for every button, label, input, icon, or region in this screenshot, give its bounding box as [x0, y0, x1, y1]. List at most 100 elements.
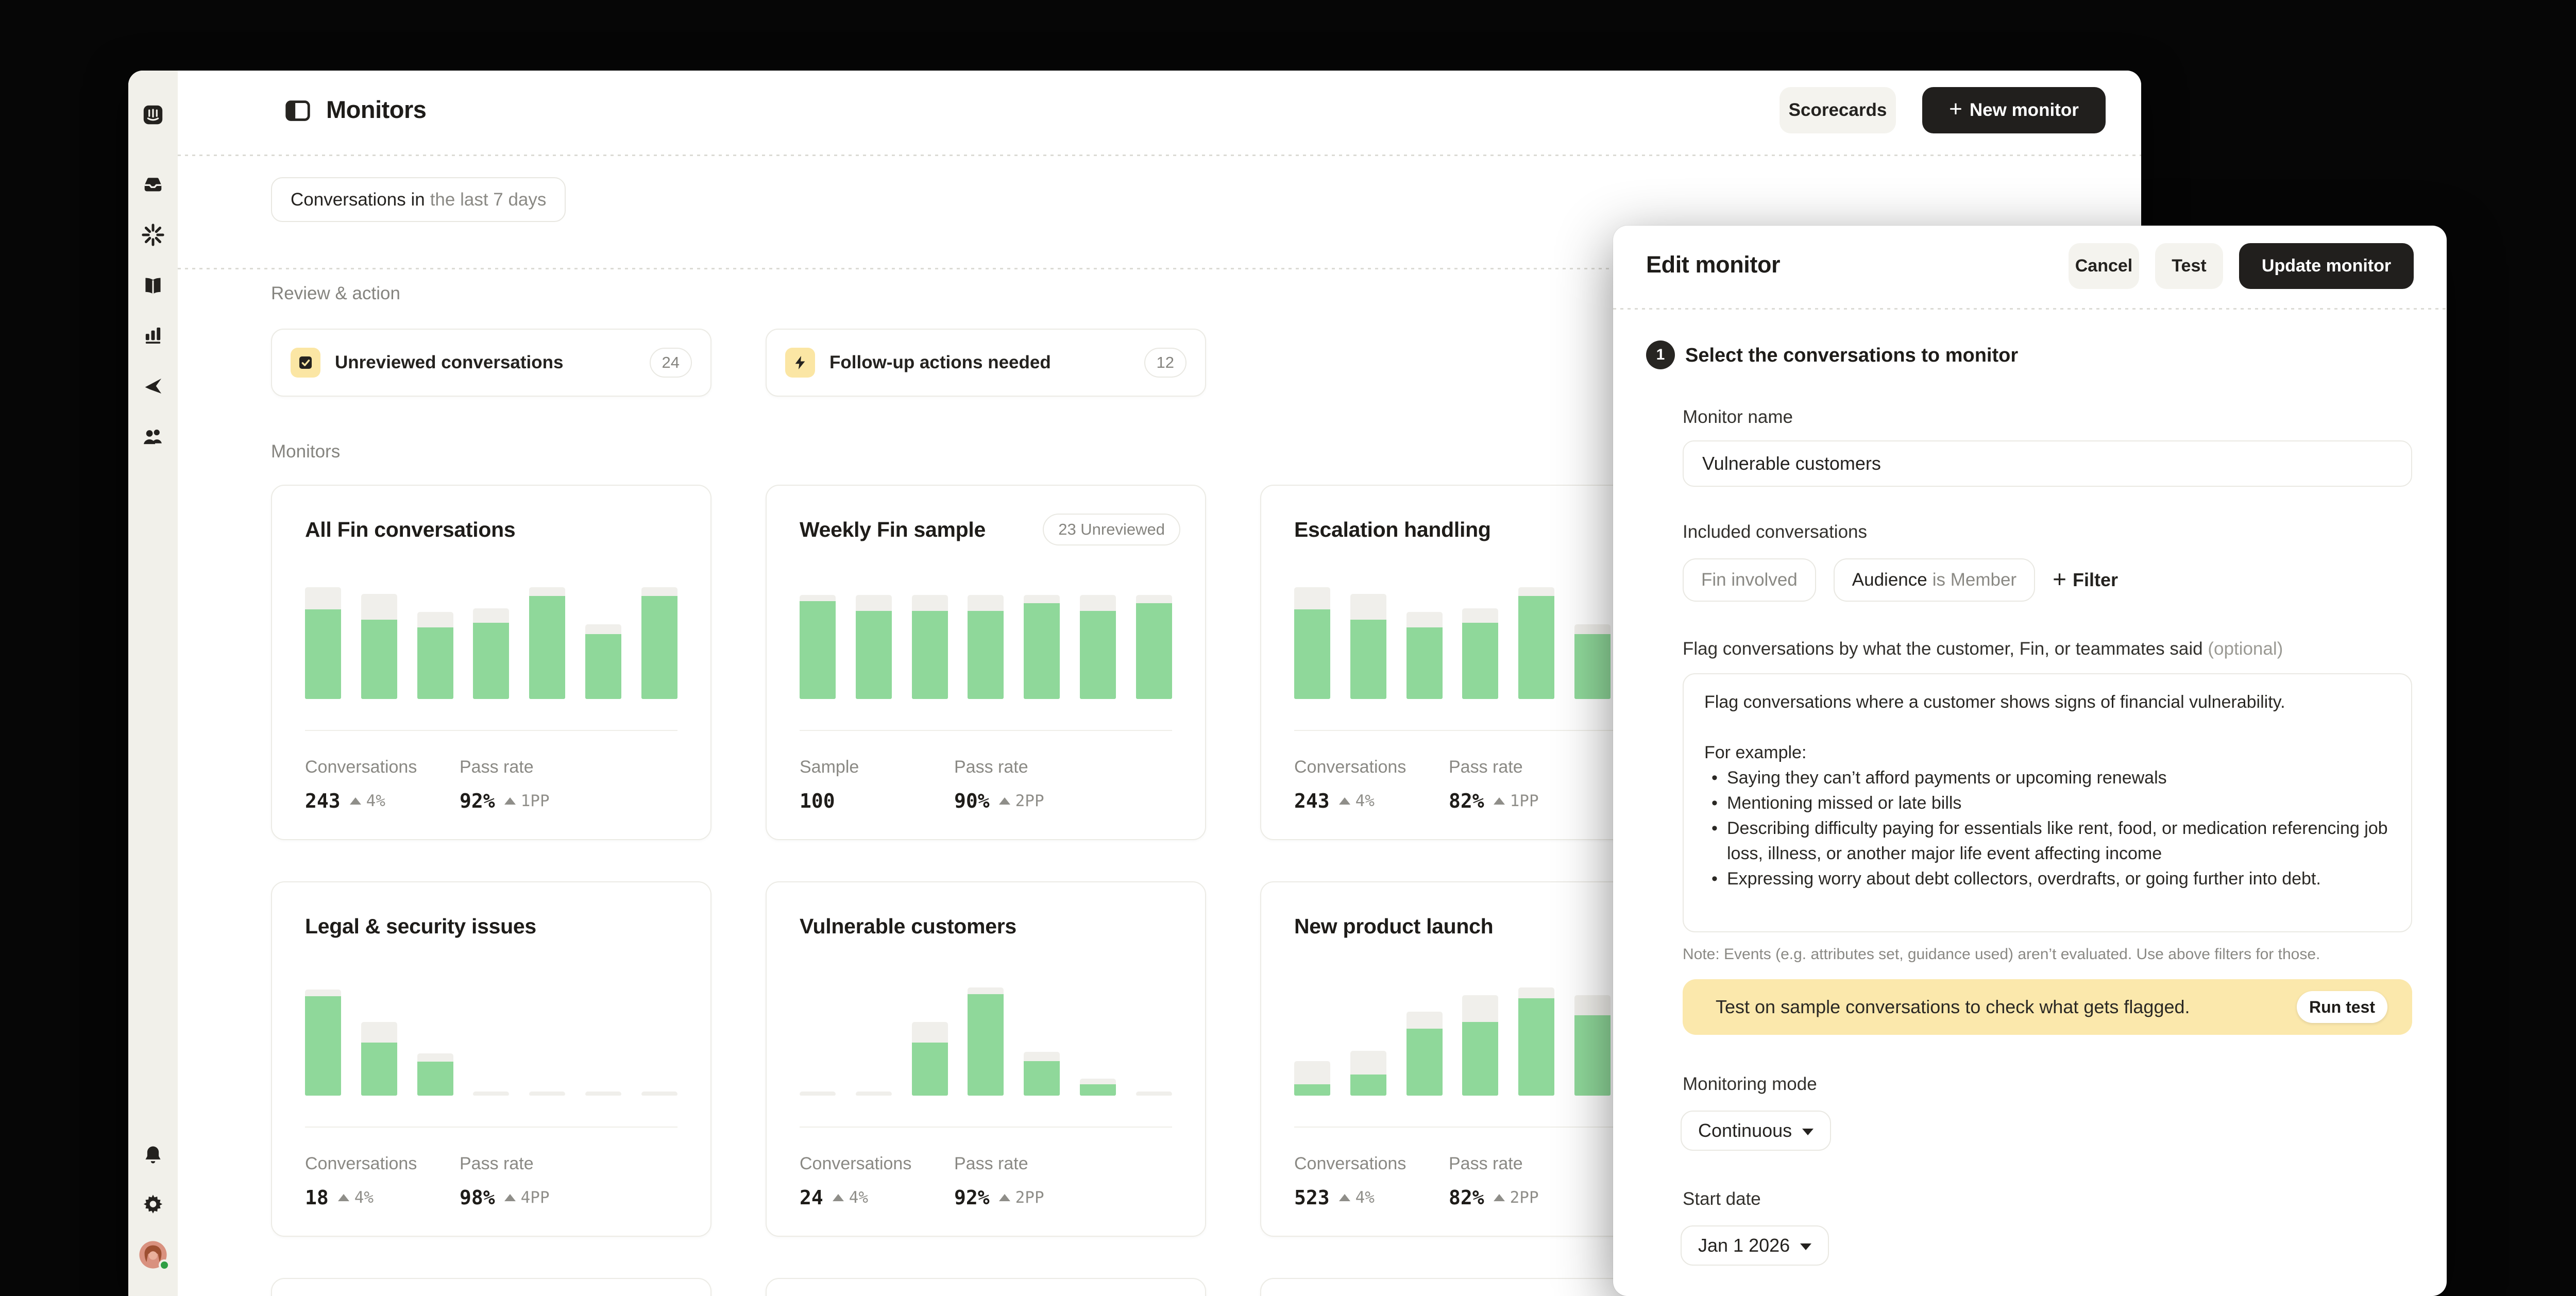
stat-label: Pass rate [954, 1154, 1028, 1174]
reports-chart-icon[interactable] [140, 321, 166, 348]
chart-bar-passed [585, 634, 621, 699]
start-date-dropdown[interactable]: Jan 1 2026 [1681, 1225, 1829, 1266]
stat-value: 243 [1294, 790, 1330, 812]
chart-bar [529, 1092, 565, 1096]
notifications-bell-icon[interactable] [140, 1141, 166, 1168]
plus-icon: + [2053, 567, 2066, 591]
chart-bar [417, 1053, 453, 1096]
review-action-heading: Review & action [271, 283, 400, 304]
review-action-card[interactable]: Follow-up actions needed12 [766, 329, 1206, 397]
stat-value-row: 92%2PP [954, 1186, 1044, 1209]
page-header: Monitors Scorecards + New monitor [178, 71, 2141, 155]
stat-delta: 4PP [504, 1188, 550, 1207]
scorecards-button[interactable]: Scorecards [1780, 87, 1896, 133]
review-action-card[interactable]: Unreviewed conversations24 [271, 329, 711, 397]
chart-bar [1080, 1079, 1116, 1096]
chart-bar-passed [529, 596, 565, 699]
update-monitor-button[interactable]: Update monitor [2239, 243, 2414, 289]
outbound-send-icon[interactable] [140, 372, 166, 399]
chart-bar [1080, 595, 1116, 699]
stat-value-row: 184% [305, 1186, 374, 1209]
monitor-card-title: Legal & security issues [305, 914, 536, 939]
triangle-up-icon [1494, 797, 1505, 805]
unreviewed-badge: 23 Unreviewed [1043, 514, 1180, 545]
edit-monitor-title: Edit monitor [1646, 251, 1780, 278]
user-avatar[interactable] [138, 1240, 168, 1270]
conversations-filter-chip[interactable]: Conversations in the last 7 days [271, 177, 566, 222]
cancel-button[interactable]: Cancel [2069, 243, 2139, 289]
monitor-card-partial[interactable] [271, 1278, 711, 1296]
flag-bullet-item: Describing difficulty paying for essenti… [1704, 816, 2391, 866]
chart-bar [585, 624, 621, 699]
chart-bar-passed [912, 1043, 948, 1096]
test-banner: Test on sample conversations to check wh… [1683, 979, 2412, 1035]
intercom-logo-icon[interactable] [140, 101, 166, 128]
stat-label: Conversations [1294, 1154, 1406, 1174]
knowledge-book-icon[interactable] [140, 272, 166, 299]
monitor-card[interactable]: Legal & security issuesConversations184%… [271, 881, 711, 1237]
inbox-icon[interactable] [140, 170, 166, 197]
chart-bar [585, 1092, 621, 1096]
stat-value: 82% [1449, 1186, 1484, 1209]
monitoring-mode-value: Continuous [1698, 1120, 1792, 1141]
stat-value: 243 [305, 790, 341, 812]
monitor-name-value: Vulnerable customers [1702, 453, 1881, 474]
chart-bar-passed [1080, 1084, 1116, 1096]
divider [1613, 308, 2447, 310]
test-button[interactable]: Test [2155, 243, 2223, 289]
new-monitor-label: New monitor [1970, 100, 2079, 121]
stat-value: 18 [305, 1186, 329, 1209]
filter-chip[interactable]: Audienceis Member [1834, 558, 2035, 602]
stat-label: Pass rate [460, 757, 534, 777]
chart-bar-passed [1462, 1022, 1498, 1096]
stat-label: Conversations [1294, 757, 1406, 777]
stat-delta: 2PP [999, 1188, 1044, 1207]
triangle-up-icon [999, 797, 1010, 805]
stat-value: 24 [800, 1186, 823, 1209]
chart-bar [1406, 612, 1443, 699]
chip-muted-text: Fin involved [1701, 570, 1798, 590]
chart-bar [800, 1092, 836, 1096]
chart-bar-passed [1574, 634, 1611, 699]
monitoring-mode-dropdown[interactable]: Continuous [1681, 1111, 1831, 1151]
chart-bar-passed [800, 601, 836, 699]
add-filter-button[interactable]: + Filter [2053, 569, 2118, 591]
stat-value: 98% [460, 1186, 495, 1209]
panel-left-icon[interactable] [283, 96, 313, 126]
chart-bar [1406, 1012, 1443, 1096]
monitor-card[interactable]: Vulnerable customersConversations244%Pas… [766, 881, 1206, 1237]
monitor-bar-chart [305, 984, 677, 1096]
run-test-button[interactable]: Run test [2297, 991, 2387, 1023]
stat-delta: 4% [1339, 792, 1375, 810]
chart-bar-passed [1024, 1061, 1060, 1096]
triangle-up-icon [1339, 797, 1350, 805]
action-card-label: Unreviewed conversations [335, 352, 650, 373]
chart-bar-passed [1574, 1015, 1611, 1096]
stat-value-row: 82%2PP [1449, 1186, 1539, 1209]
monitor-card-title: Vulnerable customers [800, 914, 1016, 939]
monitor-bar-chart [1294, 587, 1667, 699]
chart-bar-passed [305, 609, 341, 699]
monitor-card[interactable]: Weekly Fin sample23 UnreviewedSample100P… [766, 485, 1206, 840]
triangle-up-icon [350, 797, 361, 805]
monitor-card[interactable]: All Fin conversationsConversations2434%P… [271, 485, 711, 840]
monitoring-mode-label: Monitoring mode [1683, 1074, 1817, 1095]
chart-bar-passed [1406, 1029, 1443, 1096]
monitor-card-partial[interactable] [766, 1278, 1206, 1296]
settings-gear-icon[interactable] [140, 1190, 166, 1217]
chart-bar-passed [1518, 998, 1554, 1096]
contacts-people-icon[interactable] [140, 423, 166, 450]
monitor-name-input[interactable]: Vulnerable customers [1683, 440, 2412, 487]
filter-chip[interactable]: Fin involved [1683, 558, 1816, 602]
new-monitor-button[interactable]: + New monitor [1922, 87, 2106, 133]
monitor-bar-chart [800, 984, 1172, 1096]
plus-icon: + [1949, 98, 1962, 121]
add-filter-label: Filter [2073, 569, 2118, 591]
chart-bar [361, 594, 397, 699]
fin-sparkle-icon[interactable] [140, 221, 166, 248]
divider [800, 730, 1172, 731]
monitor-card-title: All Fin conversations [305, 518, 515, 542]
chart-bar-passed [968, 994, 1004, 1096]
flag-description-textarea[interactable]: Flag conversations where a customer show… [1683, 673, 2412, 932]
stat-value-row: 2434% [305, 790, 385, 812]
